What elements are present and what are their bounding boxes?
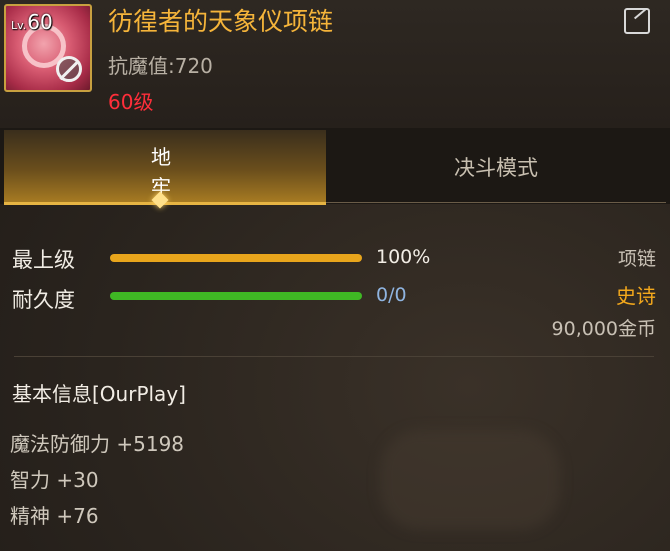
item-grade: 史诗 [616, 284, 656, 308]
item-resist-value: 抗魔值:720 [108, 54, 213, 78]
item-level: 60 [27, 10, 53, 34]
attribute-intelligence: 智力 +30 [10, 468, 99, 492]
max-level-bar-fill [110, 254, 362, 262]
tab-dungeon[interactable]: 地牢 [4, 130, 326, 209]
tab-duel-mode[interactable]: 决斗模式 [326, 130, 666, 203]
durability-bar [110, 292, 362, 300]
item-name: 彷徨者的天象仪项链 [108, 7, 334, 36]
no-trade-icon [56, 56, 82, 82]
durability-value: 0/0 [376, 284, 407, 306]
attribute-magic-defense: 魔法防御力 +5198 [10, 432, 185, 456]
section-divider [14, 356, 654, 357]
basic-info-title: 基本信息[OurPlay] [12, 382, 186, 406]
item-required-level: 60级 [108, 90, 154, 114]
max-level-label: 最上级 [12, 248, 75, 272]
item-type: 项链 [617, 248, 656, 270]
max-level-value: 100% [376, 246, 431, 268]
necklace-icon[interactable]: Lv.60 [4, 4, 92, 92]
item-header: Lv.60 彷徨者的天象仪项链 抗魔值:720 60级 [0, 0, 670, 128]
tab-duel-mode-label: 决斗模式 [454, 156, 538, 180]
durability-label: 耐久度 [12, 288, 75, 312]
item-level-badge: Lv.60 [11, 10, 53, 34]
durability-bar-fill [110, 292, 362, 300]
attribute-spirit: 精神 +76 [10, 504, 99, 528]
item-price: 90,000金币 [551, 318, 656, 340]
max-level-bar [110, 254, 362, 262]
item-tooltip-panel: Lv.60 彷徨者的天象仪项链 抗魔值:720 60级 地牢 决斗模式 最上级 … [0, 0, 670, 551]
share-icon[interactable] [624, 8, 650, 34]
item-level-prefix: Lv. [11, 19, 27, 32]
mode-tabs: 地牢 决斗模式 [0, 128, 670, 209]
background-decoration [380, 430, 560, 530]
